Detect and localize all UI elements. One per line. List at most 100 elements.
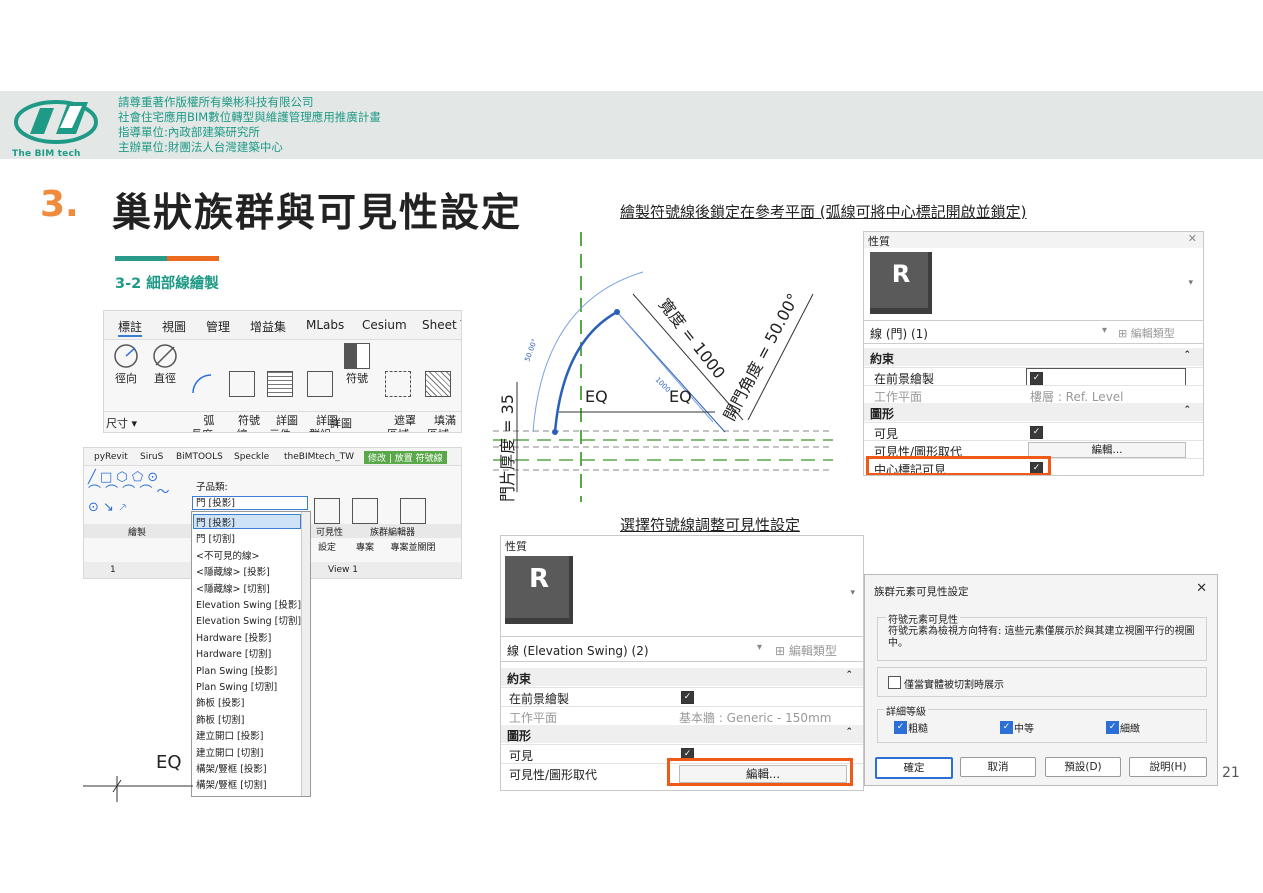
subcategory-dropdown-list[interactable]: 門 [投影] 門 [切割] <不可見的線> <隱藏線> [投影] <隱藏線> [切割] E… xyxy=(191,511,311,797)
detail-component-button[interactable]: 詳圖 元件 xyxy=(262,343,298,432)
collapse-icon[interactable]: ⌃ xyxy=(1183,350,1191,360)
door-swing-drawing: EQ EQ 寬度 = 1000 開門角度 = 50.00° 門片厚度 = 35 … xyxy=(493,232,833,502)
properties-title: 性質 xyxy=(505,540,527,553)
type-chevron-icon[interactable]: ▾ xyxy=(850,588,855,598)
cancel-button[interactable]: 取消 xyxy=(960,757,1036,777)
note-top: 繪製符號線後鎖定在參考平面 (弧線可將中心標記開啟並鎖定) xyxy=(620,203,1027,221)
edit-type-button[interactable]: ⊞ 編輯類型 xyxy=(1118,325,1175,341)
type-selector[interactable]: 線 (Elevation Swing) (2) xyxy=(507,642,649,659)
fine-checkbox[interactable]: ✓ xyxy=(1106,721,1119,734)
tab-mlabs[interactable]: MLabs xyxy=(306,318,344,332)
view-tab-view1[interactable]: View 1 xyxy=(328,565,358,575)
modify-ribbon-tabs: pyRevit SiruS BiMTOOLS Speckle theBIMtec… xyxy=(84,448,461,466)
dropdown-item[interactable]: 門 [投影] xyxy=(196,515,235,529)
graphics-section[interactable]: 圖形 ⌃ xyxy=(864,403,1203,421)
dialog-close-icon[interactable]: ✕ xyxy=(1196,581,1207,596)
visible-checkbox[interactable]: ✓ xyxy=(1030,426,1043,439)
type-selector-row[interactable]: 線 (門) (1) ▾ ⊞ 編輯類型 xyxy=(864,320,1203,344)
tab-modify-place-symbolic-line[interactable]: 修改 | 放置 符號線 xyxy=(364,451,447,464)
draw-in-foreground-checkbox[interactable]: ✓ xyxy=(1030,372,1043,385)
dropdown-item[interactable]: 構架/豎框 [投影] xyxy=(196,761,267,775)
only-when-cut-checkbox[interactable] xyxy=(888,676,901,689)
dropdown-item[interactable]: 飾板 [投影] xyxy=(196,695,244,709)
view-tab-1[interactable]: 1 xyxy=(110,565,116,575)
subcategory-select[interactable]: 門 [投影] xyxy=(192,496,308,510)
edit-type-button[interactable]: ⊞ 編輯類型 xyxy=(775,642,837,659)
tab-thebimtech[interactable]: theBIMtech_TW xyxy=(284,452,354,462)
visibility-settings-icon xyxy=(314,498,340,524)
help-button[interactable]: 說明(H) xyxy=(1129,757,1207,777)
collapse-icon[interactable]: ⌃ xyxy=(1183,405,1191,415)
dropdown-item[interactable]: 飾板 [切割] xyxy=(196,712,244,726)
type-selector[interactable]: 線 (門) (1) xyxy=(870,325,928,342)
tab-cesium[interactable]: Cesium xyxy=(362,318,407,332)
graphics-section[interactable]: 圖形 ⌃ xyxy=(501,725,863,743)
dropdown-item[interactable]: 建立開口 [投影] xyxy=(196,728,263,742)
tab-addins[interactable]: 增益集 xyxy=(250,318,286,335)
tab-bimtools[interactable]: BiMTOOLS xyxy=(176,452,223,462)
drawing-label-eq-2: EQ xyxy=(669,387,692,406)
load-into-project-button[interactable]: 載入到 專案 xyxy=(348,470,382,569)
arc-length-button[interactable]: 弧 長度 xyxy=(184,343,220,432)
page-number: 21 xyxy=(1222,765,1240,781)
default-button[interactable]: 預設(D) xyxy=(1045,757,1121,777)
ok-button[interactable]: 確定 xyxy=(875,757,953,779)
close-icon[interactable]: ✕ xyxy=(1188,232,1197,245)
type-selector-row[interactable]: 線 (Elevation Swing) (2) ▾ ⊞ 編輯類型 xyxy=(501,636,863,662)
edit-type-icon: ⊞ xyxy=(1118,327,1131,340)
tab-sheet[interactable]: Sheet T xyxy=(422,318,461,332)
medium-checkbox[interactable]: ✓ xyxy=(1000,721,1013,734)
dropdown-item[interactable]: Plan Swing [投影] xyxy=(196,663,277,677)
constraints-section[interactable]: 約束 ⌃ xyxy=(501,668,863,686)
tab-annotate[interactable]: 標註 xyxy=(118,318,143,337)
visibility-edit-button[interactable]: 編輯... xyxy=(1028,442,1186,458)
dropdown-item[interactable]: Elevation Swing [切割] xyxy=(196,613,301,627)
only-when-cut-label: 僅當實體被切割時展示 xyxy=(904,680,1004,691)
tab-manage[interactable]: 管理 xyxy=(206,318,230,335)
masking-region-button[interactable]: 遮罩 區域 xyxy=(380,343,416,432)
arc-length-icon xyxy=(192,374,212,394)
constraints-section[interactable]: 約束 ⌃ xyxy=(864,348,1203,366)
symbolic-visibility-group: 符號元素可見性 符號元素為檢視方向特有: 這些元素僅展示於與其建立視圖平行的視圖… xyxy=(877,611,1207,661)
detail-component-icon xyxy=(267,371,293,397)
collapse-icon[interactable]: ⌃ xyxy=(845,670,853,680)
dropdown-item[interactable]: Hardware [投影] xyxy=(196,630,271,644)
radial-dimension-button[interactable]: 徑向 xyxy=(107,343,145,386)
dropdown-item[interactable]: Hardware [切割] xyxy=(196,646,271,660)
dropdown-item[interactable]: 門 [切割] xyxy=(196,531,235,545)
tab-speckle[interactable]: Speckle xyxy=(234,452,269,462)
draw-in-foreground-field[interactable]: ✓ xyxy=(1026,368,1186,386)
draw-in-foreground-checkbox[interactable]: ✓ xyxy=(681,691,694,704)
type-chevron-icon[interactable]: ▾ xyxy=(1188,278,1193,288)
tab-view[interactable]: 視圖 xyxy=(162,318,186,335)
dropdown-item[interactable]: Plan Swing [切割] xyxy=(196,679,277,693)
logo-text: The BIM tech xyxy=(12,149,81,159)
prop-row-work-plane: 工作平面 樓層 : Ref. Level xyxy=(864,385,1203,404)
dimension-panel-label[interactable]: 尺寸 ▾ xyxy=(106,415,137,431)
tab-sirus[interactable]: SiruS xyxy=(140,452,163,462)
detail-group-icon xyxy=(307,371,333,397)
tab-pyrevit[interactable]: pyRevit xyxy=(94,452,128,462)
diameter-dimension-button[interactable]: 直徑 xyxy=(146,343,184,386)
subheading: 3-2 細部線繪製 xyxy=(115,276,219,292)
type-selector-chevron-icon[interactable]: ▾ xyxy=(1102,325,1107,336)
coarse-checkbox[interactable]: ✓ xyxy=(894,721,907,734)
filled-region-button[interactable]: 填滿 區域 xyxy=(420,343,456,432)
draw-panel-label: 繪製 xyxy=(128,528,147,538)
collapse-icon[interactable]: ⌃ xyxy=(845,727,853,737)
symbolic-line-button[interactable]: 符號 線 xyxy=(224,343,260,432)
visibility-settings-button[interactable]: 可見性 設定 xyxy=(310,470,344,569)
dropdown-item[interactable]: 建立開口 [切割] xyxy=(196,745,263,759)
dropdown-scrollbar[interactable] xyxy=(301,512,310,796)
dropdown-item[interactable]: 構架/豎框 [切割] xyxy=(196,777,267,791)
dropdown-item[interactable]: <不可見的線> xyxy=(196,548,259,562)
symbol-button[interactable]: 符號 xyxy=(342,343,372,386)
visibility-panel-label: 可見性 xyxy=(316,528,344,538)
draw-tools[interactable]: ╱ □ ⬡ ⬠ ⊙ ⌒ ⌒ ⌒ ⌒ 〜 ⊙ ↘ ⸕ xyxy=(88,470,184,518)
type-selector-chevron-icon[interactable]: ▾ xyxy=(757,642,762,653)
dropdown-item[interactable]: <隱藏線> [切割] xyxy=(196,581,270,595)
dropdown-item[interactable]: Elevation Swing [投影] xyxy=(196,597,301,611)
coarse-label: 粗糙 xyxy=(908,724,928,735)
load-into-project-and-close-button[interactable]: 載入到 專案並關閉 xyxy=(386,470,440,569)
dropdown-item[interactable]: <隱藏線> [投影] xyxy=(196,564,270,578)
